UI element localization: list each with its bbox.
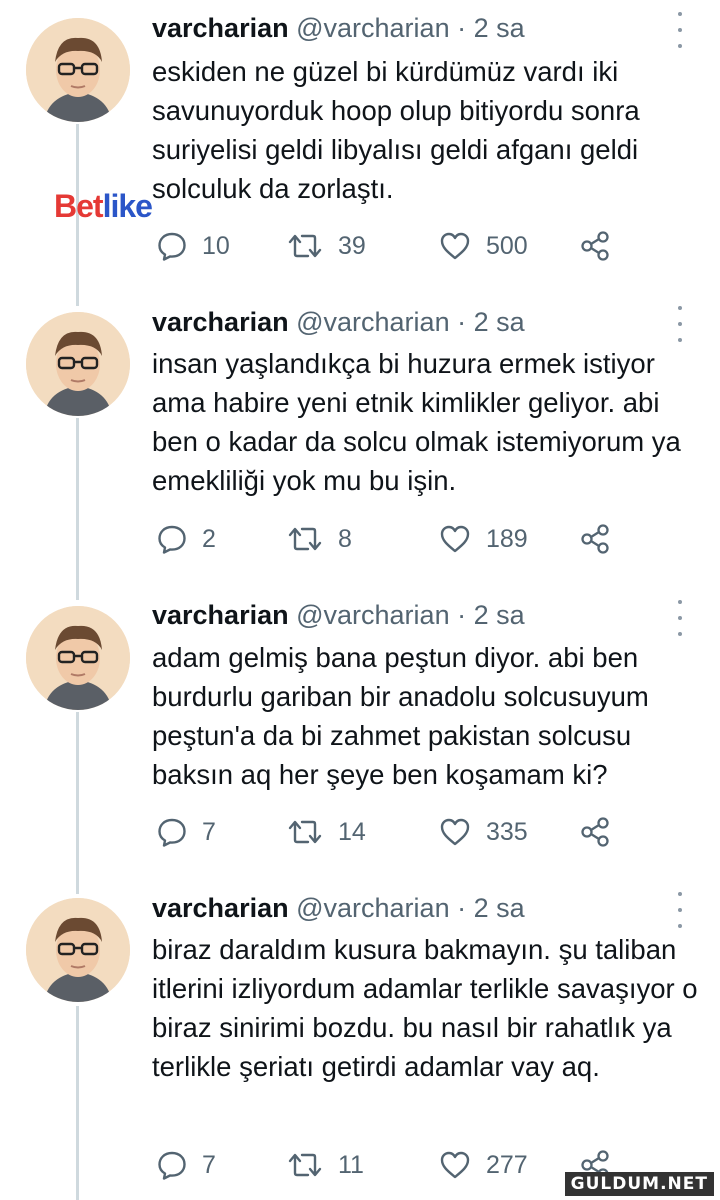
avatar[interactable]	[26, 898, 130, 1002]
like-button[interactable]: 277	[438, 1147, 528, 1183]
author-handle[interactable]: @varcharian	[296, 893, 449, 923]
avatar[interactable]	[26, 18, 130, 122]
retweet-button[interactable]: 8	[286, 521, 352, 557]
timestamp[interactable]: · 2 sa	[457, 893, 525, 923]
brand-watermark: Betlike	[54, 188, 153, 224]
tweet-actions: 7 11 277	[152, 1147, 622, 1183]
retweet-count: 8	[338, 524, 352, 553]
reply-icon	[158, 818, 186, 847]
share-icon	[581, 231, 609, 261]
tweet-actions: 10 39 500	[152, 228, 622, 264]
author-handle[interactable]: @varcharian	[296, 307, 449, 337]
avatar[interactable]	[26, 606, 130, 710]
retweet-count: 11	[338, 1150, 364, 1179]
reply-icon	[158, 1151, 186, 1180]
retweet-icon	[288, 527, 322, 551]
timestamp[interactable]: · 2 sa	[457, 600, 525, 630]
tweet-text: adam gelmiş bana peştun diyor. abi ben b…	[152, 642, 649, 790]
like-button[interactable]: 500	[438, 228, 528, 264]
reply-count: 7	[202, 1150, 216, 1179]
reply-icon	[158, 232, 186, 261]
reply-count: 2	[202, 524, 216, 553]
tweet-text: eskiden ne güzel bi kürdümüz vardı iki s…	[152, 56, 640, 204]
more-options-icon[interactable]	[670, 892, 690, 928]
reply-button[interactable]: 2	[156, 521, 216, 557]
more-options-icon[interactable]	[670, 306, 690, 342]
thread-line	[76, 1006, 79, 1200]
share-icon	[581, 817, 609, 847]
share-button[interactable]	[578, 814, 626, 850]
author-name[interactable]: varcharian	[152, 893, 289, 923]
reply-button[interactable]: 7	[156, 1147, 216, 1183]
author-name[interactable]: varcharian	[152, 307, 289, 337]
retweet-icon	[288, 234, 322, 258]
share-button[interactable]	[578, 521, 626, 557]
tweet-header: varcharian @varcharian · 2 sa	[152, 595, 525, 635]
avatar[interactable]	[26, 312, 130, 416]
tweet-header: varcharian @varcharian · 2 sa	[152, 302, 525, 342]
reply-icon	[158, 525, 186, 554]
retweet-button[interactable]: 39	[286, 228, 366, 264]
like-count: 500	[486, 231, 528, 260]
retweet-button[interactable]: 11	[286, 1147, 364, 1183]
like-button[interactable]: 335	[438, 814, 528, 850]
thread-line	[76, 712, 79, 894]
more-options-icon[interactable]	[670, 600, 690, 636]
like-count: 277	[486, 1150, 528, 1179]
tweet-actions: 2 8 189	[152, 521, 622, 557]
share-button[interactable]	[578, 228, 626, 264]
timestamp[interactable]: · 2 sa	[457, 307, 525, 337]
author-name[interactable]: varcharian	[152, 13, 289, 43]
heart-icon	[440, 1151, 470, 1179]
timestamp[interactable]: · 2 sa	[457, 13, 525, 43]
tweet-actions: 7 14 335	[152, 814, 622, 850]
site-logo: GULDUM.NET	[564, 1172, 714, 1196]
reply-count: 7	[202, 817, 216, 846]
retweet-count: 14	[338, 817, 366, 846]
like-count: 189	[486, 524, 528, 553]
tweet-header: varcharian @varcharian · 2 sa	[152, 8, 525, 48]
heart-icon	[440, 818, 470, 846]
heart-icon	[440, 525, 470, 553]
tweet-header: varcharian @varcharian · 2 sa	[152, 888, 525, 928]
like-count: 335	[486, 817, 528, 846]
author-handle[interactable]: @varcharian	[296, 13, 449, 43]
more-options-icon[interactable]	[670, 12, 690, 48]
tweet-text: biraz daraldım kusura bakmayın. şu talib…	[152, 934, 698, 1082]
retweet-count: 39	[338, 231, 366, 260]
retweet-icon	[288, 820, 322, 844]
reply-button[interactable]: 7	[156, 814, 216, 850]
tweet-text: insan yaşlandıkça bi huzura ermek istiyo…	[152, 348, 681, 496]
author-name[interactable]: varcharian	[152, 600, 289, 630]
retweet-button[interactable]: 14	[286, 814, 366, 850]
reply-count: 10	[202, 231, 230, 260]
like-button[interactable]: 189	[438, 521, 528, 557]
heart-icon	[440, 232, 470, 260]
author-handle[interactable]: @varcharian	[296, 600, 449, 630]
reply-button[interactable]: 10	[156, 228, 230, 264]
retweet-icon	[288, 1153, 322, 1177]
thread-line	[76, 418, 79, 600]
share-icon	[581, 524, 609, 554]
